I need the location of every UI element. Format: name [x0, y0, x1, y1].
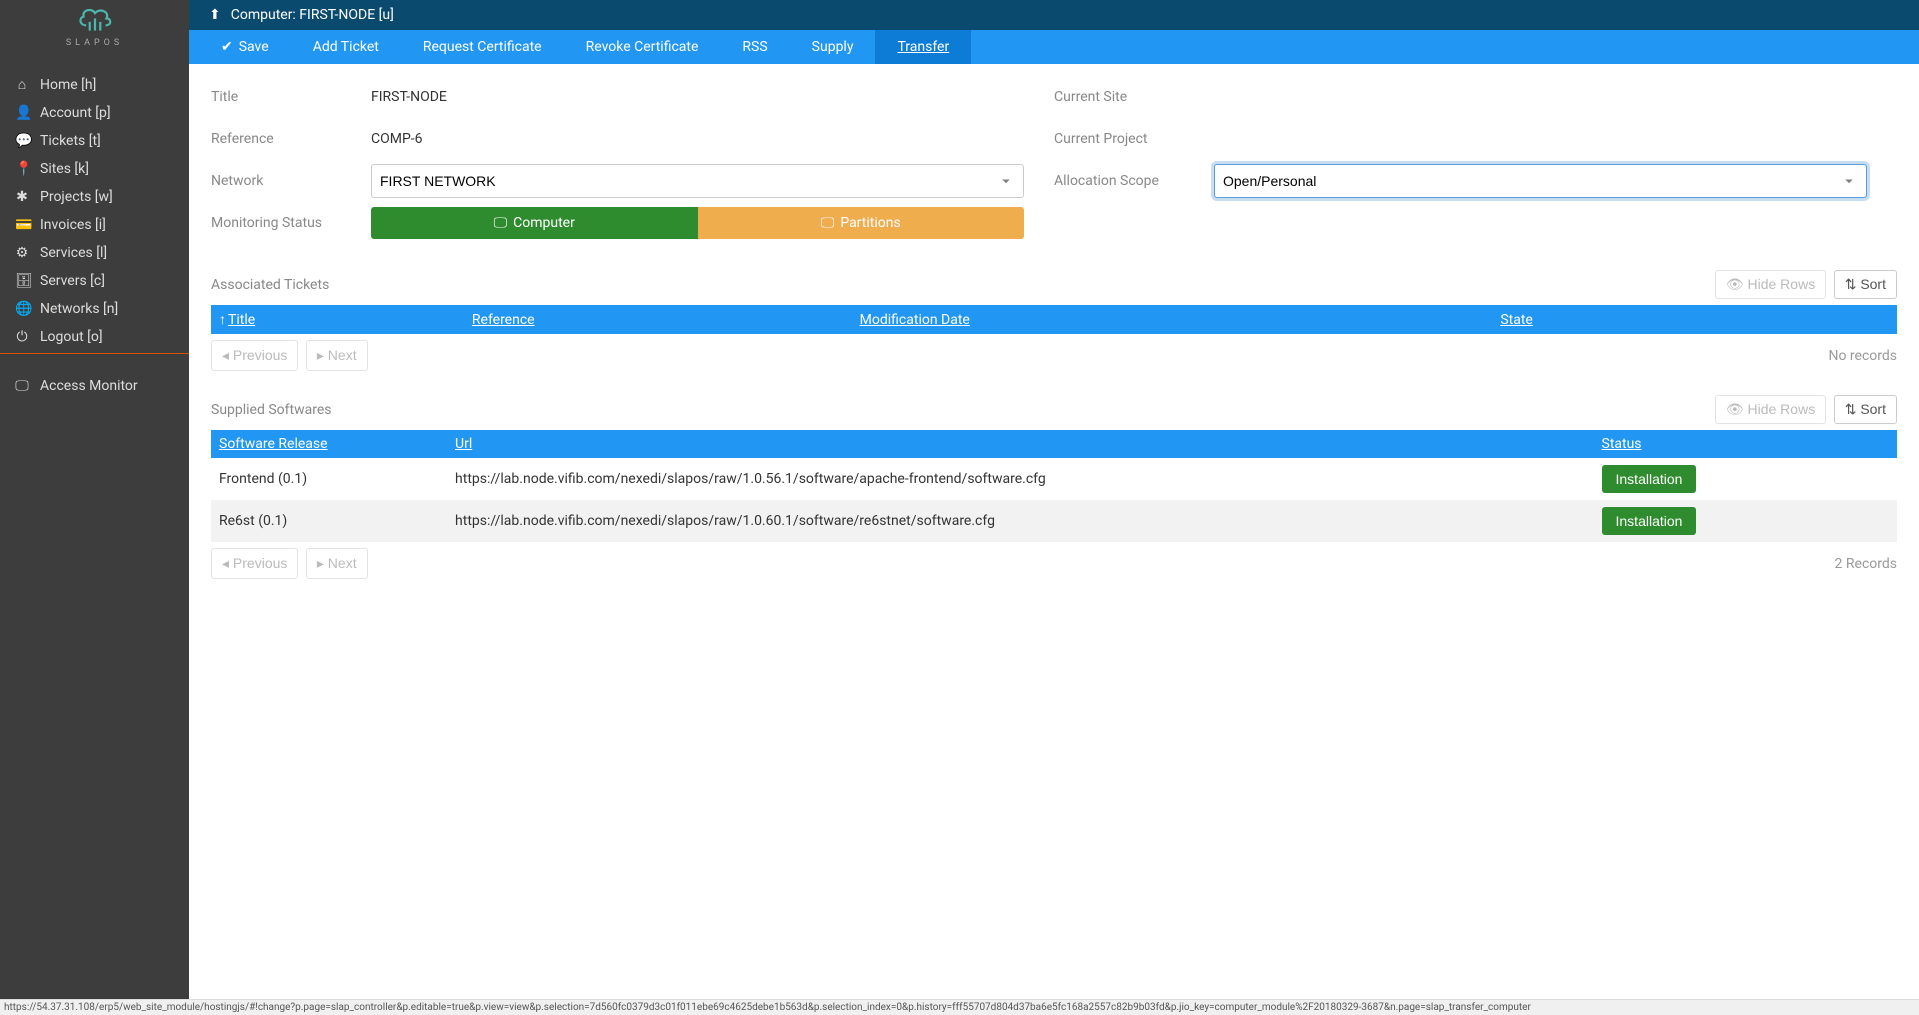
content: Title FIRST-NODE Reference COMP-6 Networ… — [189, 64, 1919, 593]
cell-url: https://lab.node.vifib.com/nexedi/slapos… — [447, 458, 1593, 500]
tickets-section: Associated Tickets 👁 Hide Rows ⇅ Sort ↑T… — [211, 270, 1897, 371]
sidebar-nav: ⌂Home [h] 👤Account [p] 💬Tickets [t] 📍Sit… — [0, 70, 189, 351]
table-row[interactable]: Re6st (0.1)https://lab.node.vifib.com/ne… — [211, 500, 1897, 542]
tickets-col-title[interactable]: ↑Title — [211, 305, 464, 334]
title-label: Title — [211, 89, 371, 105]
sidebar-item-servers[interactable]: 🗄Servers [c] — [0, 267, 189, 295]
tickets-hide-rows-button[interactable]: 👁 Hide Rows — [1715, 270, 1826, 299]
logo-text: SLAPOS — [0, 38, 189, 48]
statusbar: https://54.37.31.108/erp5/web_site_modul… — [0, 999, 1919, 1015]
tab-save[interactable]: ✔Save — [199, 30, 291, 64]
tab-add-ticket[interactable]: Add Ticket — [291, 30, 401, 64]
sidebar-item-projects[interactable]: ✱Projects [w] — [0, 183, 189, 211]
monitor-icon: 🖵 — [15, 378, 29, 394]
sidebar-item-invoices[interactable]: 💳Invoices [i] — [0, 211, 189, 239]
title-value: FIRST-NODE — [371, 89, 1024, 105]
sidebar-item-networks[interactable]: 🌐Networks [n] — [0, 295, 189, 323]
eye-icon: 👁 — [1726, 276, 1744, 292]
tickets-col-moddate[interactable]: Modification Date — [852, 305, 1493, 334]
tickets-next-button[interactable]: ▸ Next — [306, 340, 368, 371]
allocscope-label: Allocation Scope — [1054, 173, 1214, 189]
tab-revoke-cert[interactable]: Revoke Certificate — [564, 30, 721, 64]
currentproject-label: Current Project — [1054, 131, 1214, 147]
cogs-icon: ⚙ — [15, 245, 29, 261]
marker-icon: 📍 — [15, 161, 29, 177]
software-count: 2 Records — [372, 556, 1897, 572]
db-icon: 🗄 — [15, 273, 29, 289]
allocscope-select[interactable]: Open/Personal — [1214, 164, 1867, 198]
sidebar-item-services[interactable]: ⚙Services [l] — [0, 239, 189, 267]
software-prev-button[interactable]: ◂ Previous — [211, 548, 298, 579]
card-icon: 💳 — [15, 217, 29, 233]
sidebar-item-home[interactable]: ⌂Home [h] — [0, 70, 189, 99]
sidebar-divider — [0, 353, 189, 354]
check-icon: ✔ — [221, 39, 233, 55]
tab-rss[interactable]: RSS — [720, 30, 789, 64]
main-panel: ⬆ Computer: FIRST-NODE [u] ✔Save Add Tic… — [189, 0, 1919, 593]
screen-icon: 🖵 — [821, 215, 835, 231]
sort-icon: ⇅ — [1845, 276, 1857, 292]
tickets-col-state[interactable]: State — [1492, 305, 1897, 334]
sort-icon: ⇅ — [1845, 401, 1857, 417]
software-col-status[interactable]: Status — [1594, 430, 1898, 458]
tabbar: ✔Save Add Ticket Request Certificate Rev… — [189, 30, 1919, 64]
up-arrow-icon[interactable]: ⬆ — [209, 7, 221, 23]
sidebar-item-monitor[interactable]: 🖵Access Monitor — [0, 372, 189, 400]
sidebar-item-account[interactable]: 👤Account [p] — [0, 99, 189, 127]
reference-value: COMP-6 — [371, 131, 1024, 147]
tab-transfer[interactable]: Transfer — [875, 30, 971, 64]
screen-icon: 🖵 — [494, 215, 508, 231]
currentsite-label: Current Site — [1054, 89, 1214, 105]
breadcrumb-text[interactable]: Computer: FIRST-NODE [u] — [231, 7, 394, 23]
home-icon: ⌂ — [15, 76, 29, 93]
software-sort-button[interactable]: ⇅ Sort — [1834, 395, 1897, 424]
sidebar-item-tickets[interactable]: 💬Tickets [t] — [0, 127, 189, 155]
monitoring-label: Monitoring Status — [211, 215, 371, 231]
cell-status: Installation — [1594, 500, 1898, 542]
software-next-button[interactable]: ▸ Next — [306, 548, 368, 579]
tickets-col-reference[interactable]: Reference — [464, 305, 852, 334]
software-col-release[interactable]: Software Release — [211, 430, 447, 458]
breadcrumb-bar: ⬆ Computer: FIRST-NODE [u] — [189, 0, 1919, 30]
partitions-button[interactable]: 🖵Partitions — [698, 207, 1025, 239]
software-table: Software Release Url Status Frontend (0.… — [211, 430, 1897, 542]
cell-release: Frontend (0.1) — [211, 458, 447, 500]
sidebar-nav2: 🖵Access Monitor — [0, 372, 189, 400]
status-button[interactable]: Installation — [1602, 507, 1697, 535]
computer-button[interactable]: 🖵Computer — [371, 207, 698, 239]
tickets-count: No records — [372, 348, 1897, 364]
cell-release: Re6st (0.1) — [211, 500, 447, 542]
tab-supply[interactable]: Supply — [790, 30, 876, 64]
software-hide-rows-button[interactable]: 👁 Hide Rows — [1715, 395, 1826, 424]
network-label: Network — [211, 173, 371, 189]
table-row[interactable]: Frontend (0.1)https://lab.node.vifib.com… — [211, 458, 1897, 500]
software-title: Supplied Softwares — [211, 402, 1711, 418]
tickets-title: Associated Tickets — [211, 277, 1711, 293]
tickets-sort-button[interactable]: ⇅ Sort — [1834, 270, 1897, 299]
eye-icon: 👁 — [1726, 401, 1744, 417]
cell-url: https://lab.node.vifib.com/nexedi/slapos… — [447, 500, 1593, 542]
sidebar: SLAPOS ⌂Home [h] 👤Account [p] 💬Tickets [… — [0, 0, 189, 1015]
logo[interactable]: SLAPOS — [0, 0, 189, 52]
cell-status: Installation — [1594, 458, 1898, 500]
tickets-table: ↑Title Reference Modification Date State — [211, 305, 1897, 334]
software-col-url[interactable]: Url — [447, 430, 1593, 458]
power-icon: ⏻ — [15, 329, 29, 345]
comments-icon: 💬 — [15, 133, 29, 149]
arrow-up-icon: ↑ — [219, 312, 226, 328]
tickets-prev-button[interactable]: ◂ Previous — [211, 340, 298, 371]
reference-label: Reference — [211, 131, 371, 147]
globe-icon: 🌐 — [15, 301, 29, 317]
software-section: Supplied Softwares 👁 Hide Rows ⇅ Sort So… — [211, 395, 1897, 579]
tab-request-cert[interactable]: Request Certificate — [401, 30, 564, 64]
network-select[interactable]: FIRST NETWORK — [371, 164, 1024, 198]
share-icon: ✱ — [15, 189, 29, 205]
sidebar-item-sites[interactable]: 📍Sites [k] — [0, 155, 189, 183]
user-icon: 👤 — [15, 105, 29, 121]
sidebar-item-logout[interactable]: ⏻Logout [o] — [0, 323, 189, 351]
status-button[interactable]: Installation — [1602, 465, 1697, 493]
